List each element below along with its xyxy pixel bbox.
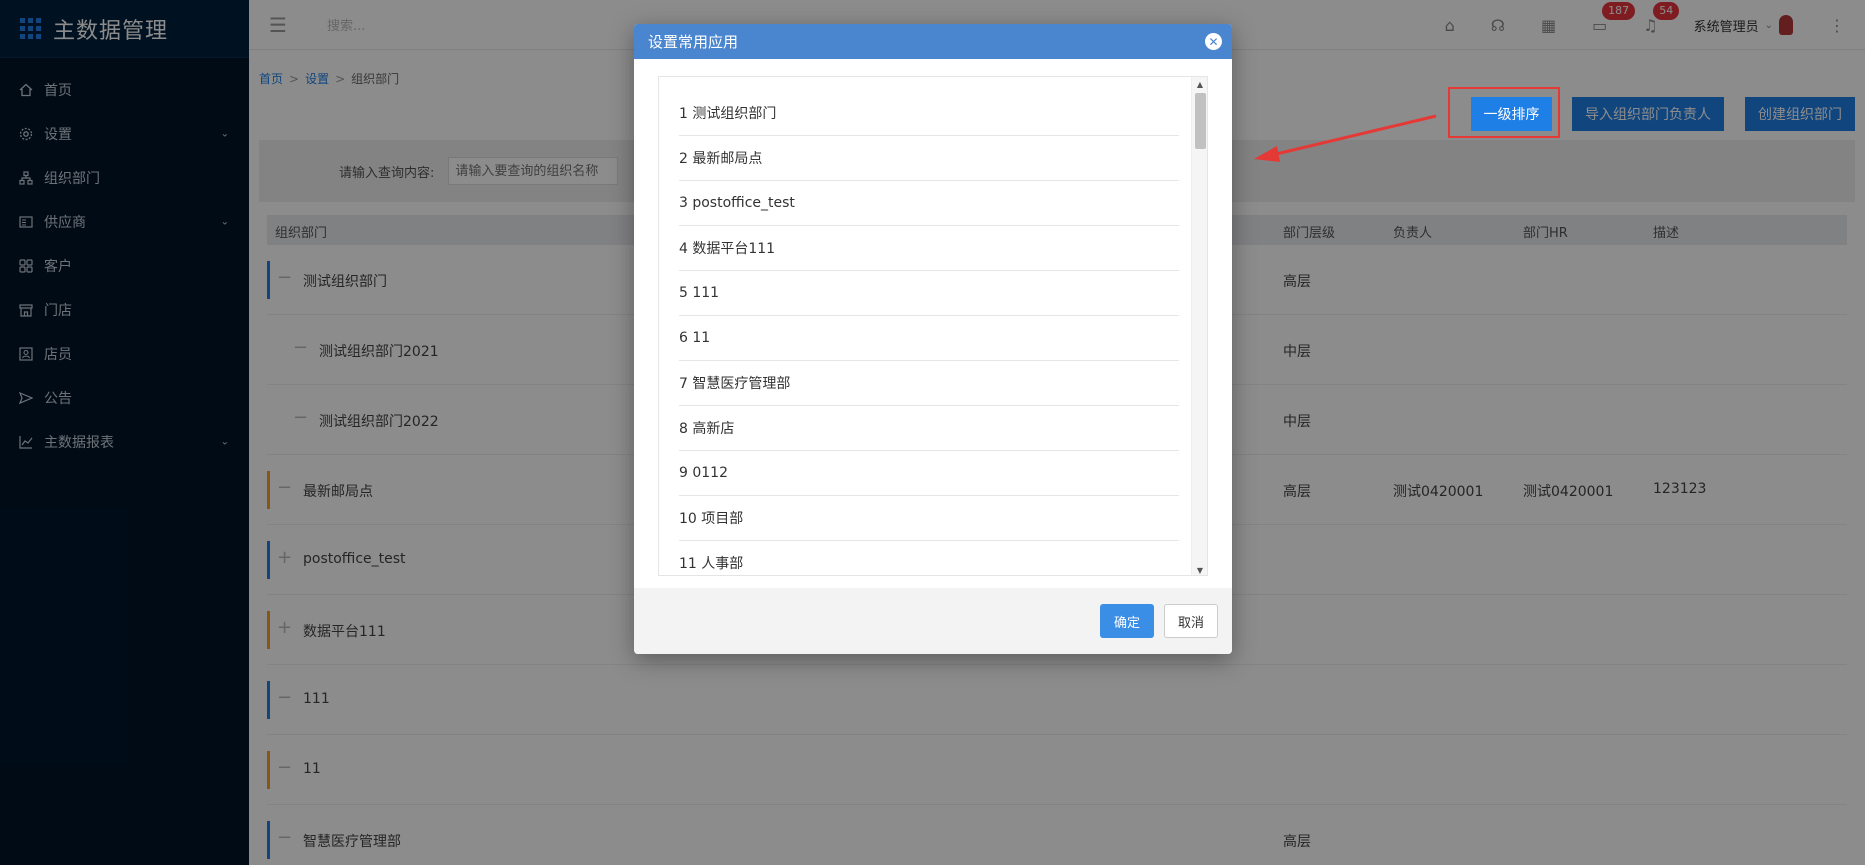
scrollbar-thumb[interactable] (1195, 93, 1206, 149)
sortable-list: 1 测试组织部门 2 最新邮局点 3 postoffice_test 4 数据平台11… (679, 91, 1179, 575)
sortable-item[interactable]: 1 测试组织部门 (679, 91, 1179, 136)
sortable-item[interactable]: 10 项目部 (679, 496, 1179, 541)
modal-footer: 确定 取消 (634, 588, 1232, 654)
sortable-item[interactable]: 8 高新店 (679, 406, 1179, 451)
modal-title: 设置常用应用 (648, 33, 739, 51)
scroll-up-icon[interactable]: ▲ (1192, 77, 1207, 91)
sortable-item[interactable]: 4 数据平台111 (679, 226, 1179, 271)
sortable-item[interactable]: 7 智慧医疗管理部 (679, 361, 1179, 406)
sortable-item[interactable]: 5 111 (679, 271, 1179, 316)
scrollbar[interactable]: ▲ ▼ (1191, 77, 1207, 575)
close-icon[interactable]: ✕ (1205, 33, 1222, 50)
sort-modal: 设置常用应用 ✕ 1 测试组织部门 2 最新邮局点 3 postoffice_tes… (634, 24, 1232, 654)
scroll-down-icon[interactable]: ▼ (1192, 563, 1207, 575)
modal-body: 1 测试组织部门 2 最新邮局点 3 postoffice_test 4 数据平台11… (658, 76, 1208, 576)
sortable-item[interactable]: 9 0112 (679, 451, 1179, 496)
sortable-item[interactable]: 3 postoffice_test (679, 181, 1179, 226)
cancel-button[interactable]: 取消 (1164, 604, 1218, 638)
confirm-button[interactable]: 确定 (1100, 604, 1154, 638)
sortable-item[interactable]: 11 人事部 (679, 541, 1179, 575)
annotation-highlight-box (1448, 87, 1560, 138)
sortable-item[interactable]: 2 最新邮局点 (679, 136, 1179, 181)
sortable-item[interactable]: 6 11 (679, 316, 1179, 361)
modal-header: 设置常用应用 ✕ (634, 24, 1232, 59)
